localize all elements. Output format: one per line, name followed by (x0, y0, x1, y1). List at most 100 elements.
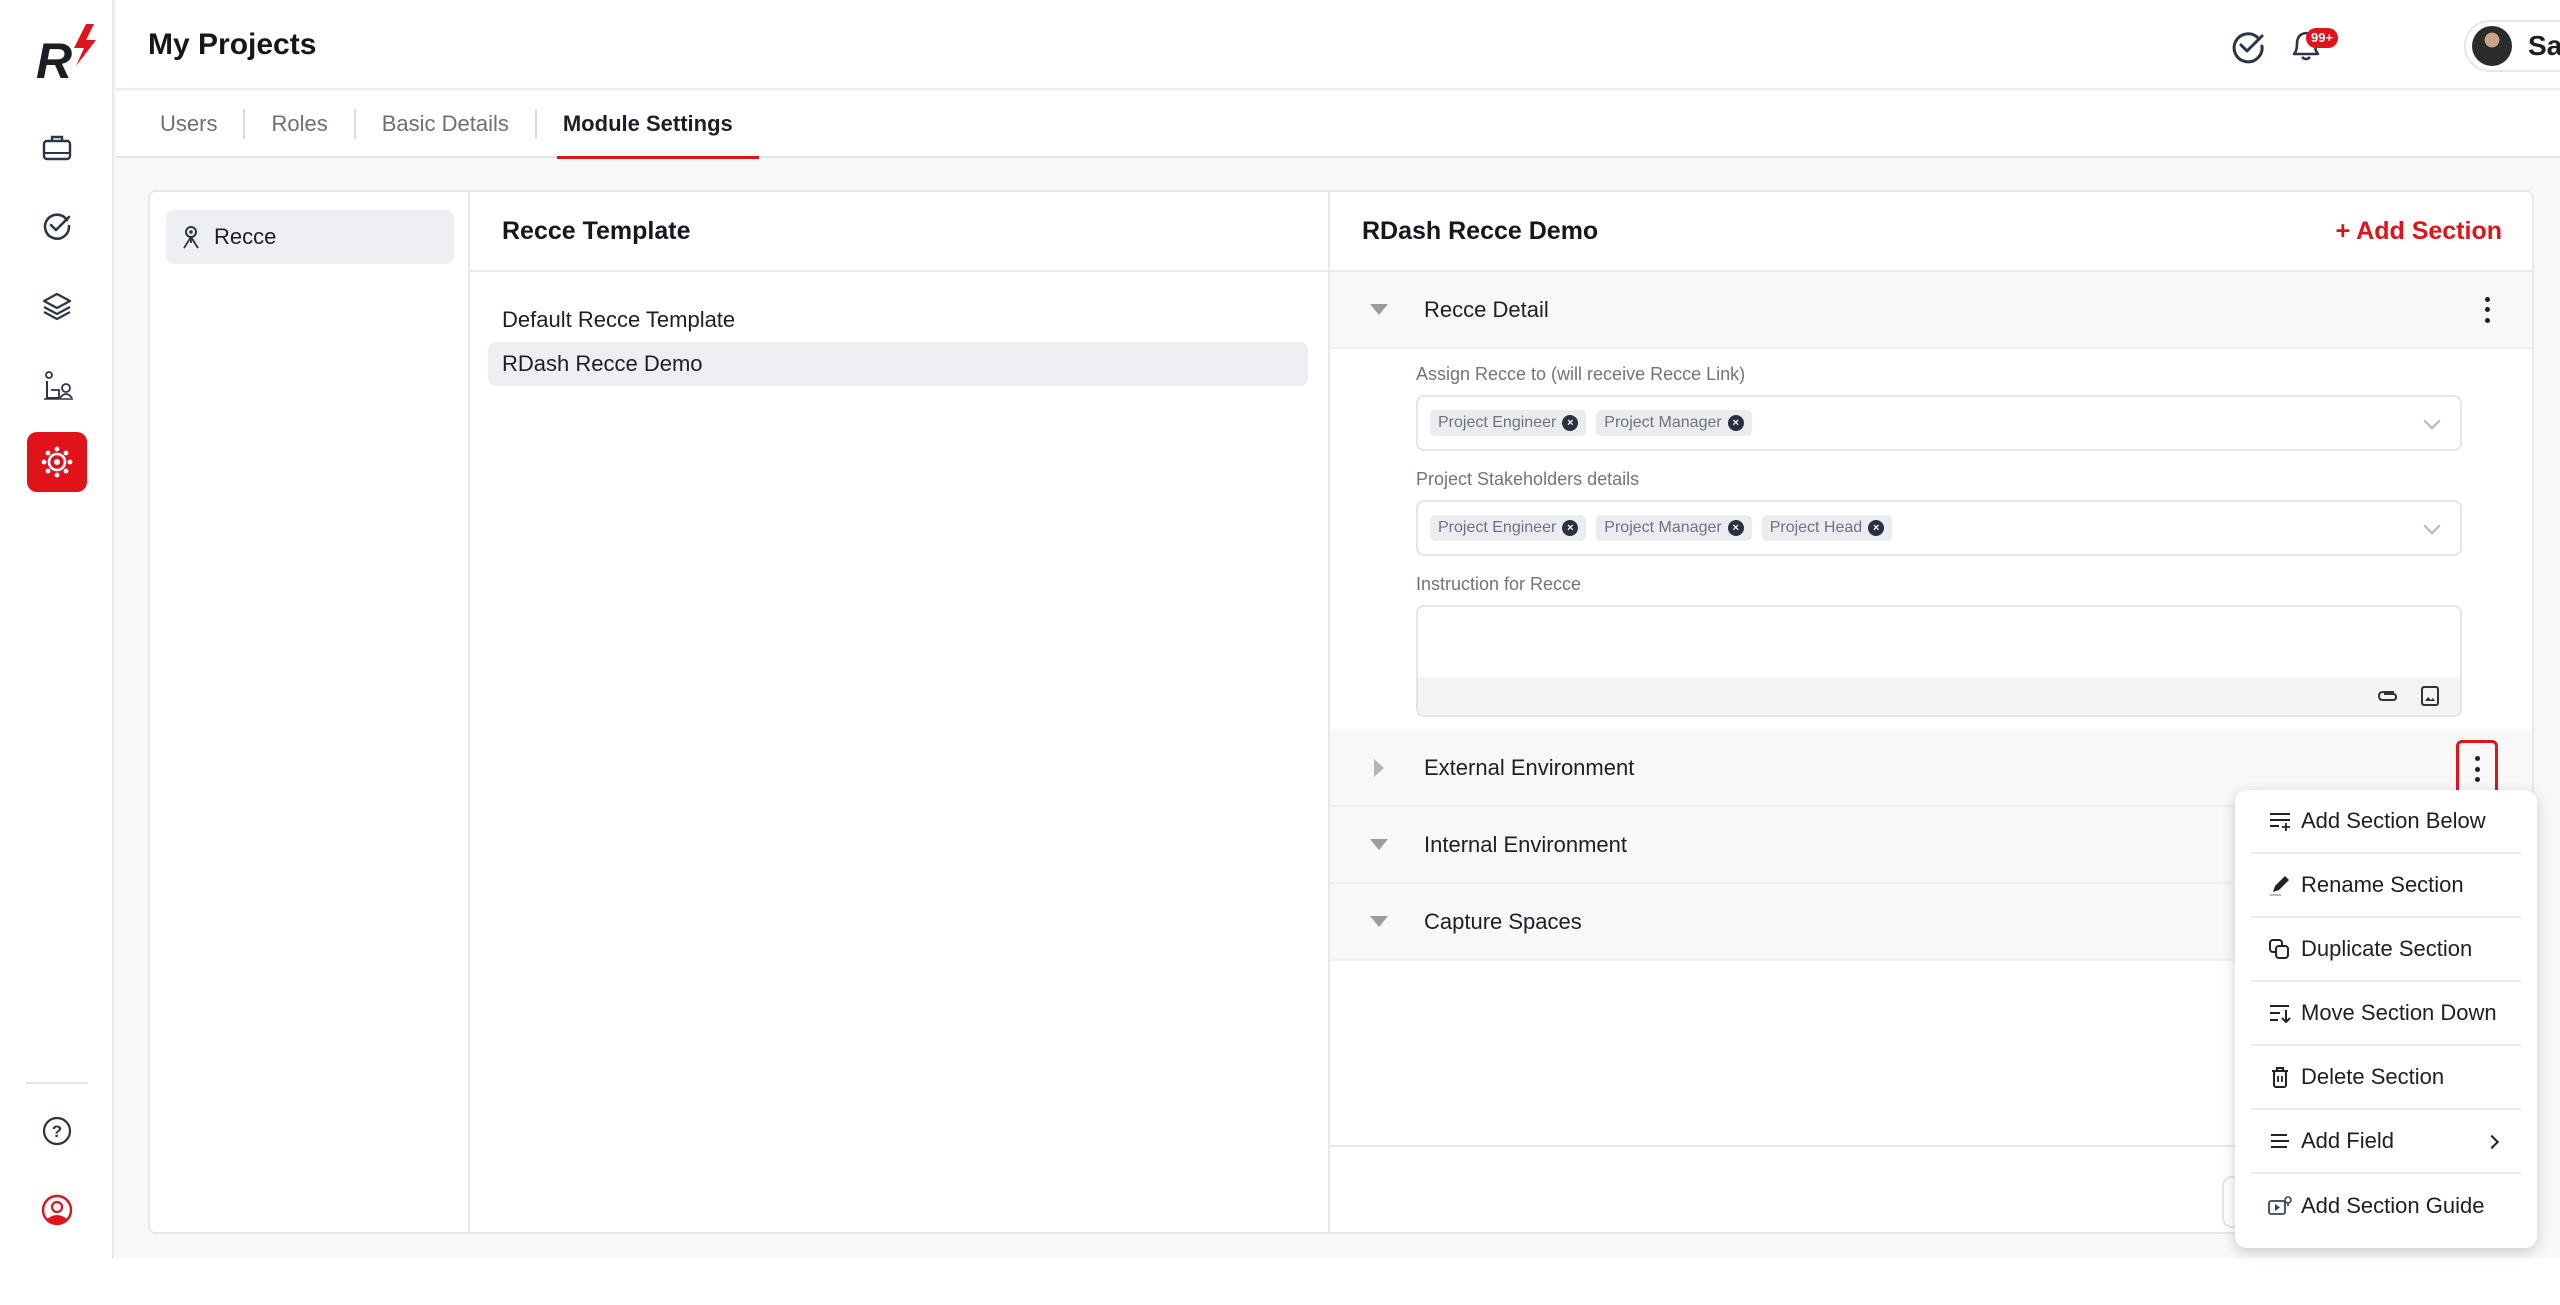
section-name: Internal Environment (1424, 831, 1627, 857)
recce-detail-fields: Assign Recce to (will receive Recce Link… (1416, 364, 2462, 717)
menu-item-label: Add Section Below (2301, 808, 2486, 833)
rail-divider (26, 1082, 88, 1084)
remove-chip-icon[interactable]: × (1727, 520, 1744, 536)
chip-label: Project Engineer (1438, 519, 1557, 536)
guide-video-icon (2268, 1196, 2292, 1215)
editor-title: RDash Recce Demo (1362, 216, 1599, 245)
section-recce-detail[interactable]: Recce Detail (1330, 272, 2532, 349)
module-settings-panel: Recce Recce Template Default Recce Templ… (148, 190, 2534, 1234)
paperclip-icon[interactable] (2376, 685, 2400, 707)
assign-recce-select[interactable]: Project Engineer × Project Manager × (1416, 395, 2462, 451)
menu-item-delete-section[interactable]: Delete Section (2251, 1046, 2521, 1110)
menu-item-duplicate-section[interactable]: Duplicate Section (2251, 918, 2521, 982)
add-section-button[interactable]: + Add Section (2336, 217, 2502, 246)
notification-badge: 99+ (2306, 28, 2339, 48)
menu-item-move-section-down[interactable]: Move Section Down (2251, 982, 2521, 1046)
field-label: Instruction for Recce (1416, 574, 1582, 594)
menu-item-add-section-below[interactable]: Add Section Below (2251, 790, 2521, 854)
briefcase-icon (42, 135, 72, 161)
collapse-triangle-icon[interactable] (1370, 839, 1388, 850)
module-label: Recce (214, 224, 277, 249)
check-circle-icon (43, 213, 71, 240)
trash-icon (2272, 1067, 2288, 1088)
chip: Project Engineer × (1430, 515, 1587, 541)
svg-text:?: ? (52, 1122, 62, 1141)
lines-icon (2271, 1134, 2289, 1148)
menu-item-label: Add Section Guide (2301, 1193, 2485, 1218)
menu-item-rename-section[interactable]: Rename Section (2251, 854, 2521, 918)
menu-item-add-section-guide[interactable]: Add Section Guide (2251, 1174, 2521, 1238)
chip-label: Project Engineer (1438, 414, 1557, 431)
template-item-default[interactable]: Default Recce Template (488, 298, 1308, 342)
menu-item-label: Add Field (2301, 1128, 2394, 1153)
avatar (2472, 26, 2512, 66)
editor-toolbar (1418, 677, 2460, 715)
module-list: Recce (150, 192, 470, 1232)
tab-basic-details[interactable]: Basic Details (356, 91, 535, 157)
svg-text:R: R (36, 33, 72, 84)
field-label: Project Stakeholders details (1416, 469, 1640, 489)
instruction-textarea[interactable] (1418, 607, 2460, 677)
tab-roles[interactable]: Roles (245, 91, 353, 157)
tab-users[interactable]: Users (160, 91, 243, 157)
user-name: Sagar (2528, 30, 2560, 61)
template-list-title: Recce Template (470, 192, 1328, 272)
notifications-button[interactable]: 99+ (2286, 24, 2339, 66)
chip: Project Engineer × (1430, 410, 1587, 436)
tab-module-settings[interactable]: Module Settings (537, 91, 759, 159)
nav-layers[interactable] (27, 276, 87, 336)
remove-chip-icon[interactable]: × (1727, 415, 1744, 431)
field-label: Assign Recce to (will receive Recce Link… (1416, 364, 1746, 384)
nav-support[interactable] (27, 1180, 87, 1240)
gear-icon (41, 446, 73, 478)
layers-icon (42, 292, 72, 321)
top-header: My Projects 99+ Sagar (116, 0, 2560, 90)
chip-label: Project Head (1769, 519, 1863, 536)
add-below-icon (2270, 813, 2290, 831)
chevron-down-icon[interactable] (2423, 517, 2441, 535)
remove-chip-icon[interactable]: × (1562, 520, 1579, 536)
instruction-editor (1416, 605, 2462, 717)
menu-item-label: Move Section Down (2301, 1000, 2497, 1025)
chip: Project Manager × (1596, 515, 1752, 541)
people-desk-icon (44, 371, 73, 400)
help-circle-icon: ? (42, 1116, 72, 1146)
nav-projects[interactable] (27, 118, 87, 178)
chip: Project Head × (1761, 515, 1893, 541)
template-list: Recce Template Default Recce Template RD… (470, 192, 1330, 1232)
menu-item-label: Duplicate Section (2301, 936, 2473, 961)
module-item-recce[interactable]: Recce (166, 210, 454, 264)
settings-tabs: Users Roles Basic Details Module Setting… (116, 91, 2560, 159)
remove-chip-icon[interactable]: × (1562, 415, 1579, 431)
remove-chip-icon[interactable]: × (1868, 520, 1885, 536)
chevron-right-icon (2484, 1134, 2500, 1150)
section-name: Capture Spaces (1424, 908, 1582, 934)
section-context-menu: Add Section Below Rename Section Duplica… (2235, 790, 2537, 1248)
expand-triangle-icon[interactable] (1374, 758, 1384, 777)
section-more-icon[interactable] (2484, 296, 2490, 323)
chip: Project Manager × (1596, 410, 1752, 436)
move-down-icon (2270, 1005, 2291, 1024)
image-icon[interactable] (2418, 685, 2442, 707)
rdash-logo[interactable]: R (34, 22, 104, 89)
user-menu[interactable]: Sagar (2464, 20, 2560, 72)
check-circle-icon (2232, 32, 2264, 64)
chevron-down-icon[interactable] (2423, 412, 2441, 430)
page-title: My Projects (148, 28, 317, 61)
collapse-triangle-icon[interactable] (1370, 916, 1388, 927)
template-item-rdash-demo[interactable]: RDash Recce Demo (488, 342, 1308, 386)
chip-label: Project Manager (1604, 414, 1722, 431)
collapse-triangle-icon[interactable] (1370, 304, 1388, 315)
nav-help[interactable]: ? (27, 1101, 87, 1161)
pencil-icon (2270, 876, 2289, 896)
nav-settings[interactable] (27, 432, 87, 492)
nav-site-survey[interactable] (27, 356, 87, 416)
survey-tripod-icon (183, 226, 199, 249)
menu-item-add-field[interactable]: Add Field (2251, 1110, 2521, 1174)
tasks-button[interactable] (2228, 26, 2268, 66)
stakeholders-select[interactable]: Project Engineer × Project Manager × Proje… (1416, 500, 2462, 556)
menu-item-label: Delete Section (2301, 1064, 2445, 1089)
nav-tasks[interactable] (27, 196, 87, 256)
section-name: Recce Detail (1424, 296, 1549, 322)
section-more-icon[interactable] (2474, 756, 2480, 782)
